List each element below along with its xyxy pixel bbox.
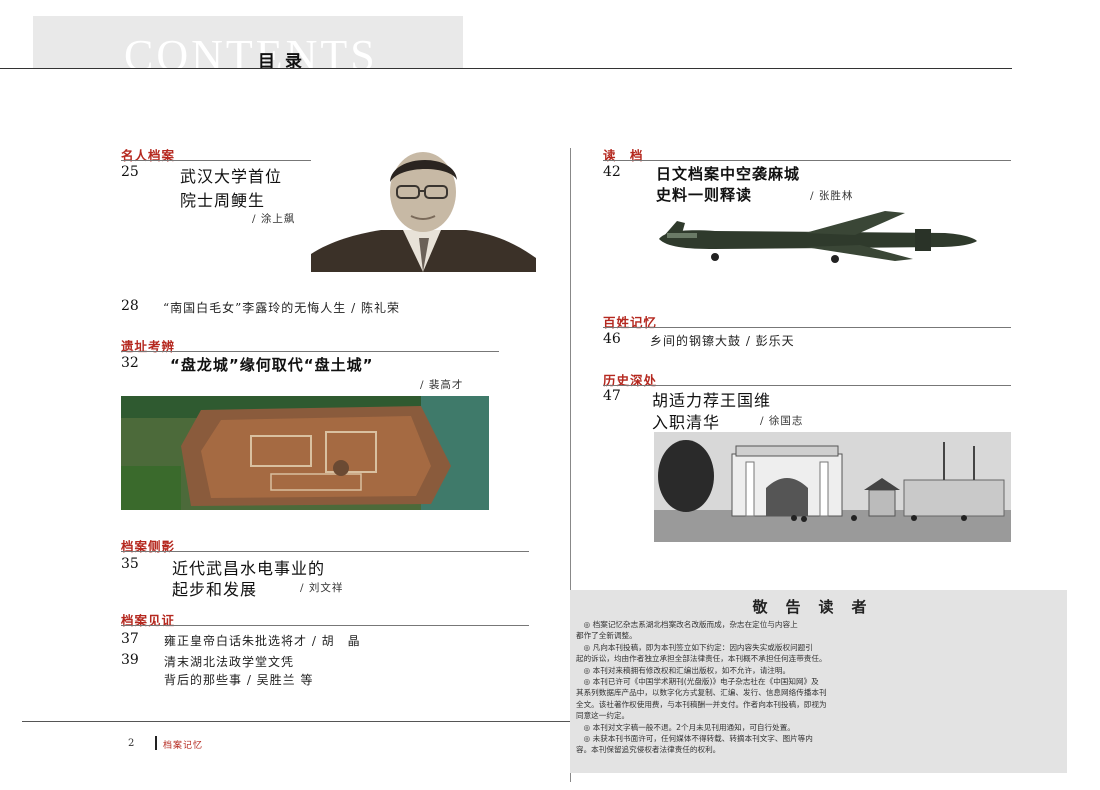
article-title-line1[interactable]: 胡适力荐王国维 (652, 387, 771, 411)
notice-line: ◎ 凡向本刊投稿，即为本刊签立如下约定：因内容失实或版权问题引 (576, 642, 813, 652)
section-label-witness: 档案见证 (121, 613, 176, 628)
notice-line: 同意这一约定。 (576, 711, 630, 721)
notice-line: ◎ 本刊对来稿拥有修改权和汇编出版权，如不允许，请注明。 (576, 665, 791, 675)
section-label-reading: 读 档 (603, 148, 644, 163)
header-rule (0, 68, 1012, 69)
article-title-line2[interactable]: 背后的那些事 / 吴胜兰 等 (164, 671, 314, 688)
article-title[interactable]: 乡间的钢镲大鼓 / 彭乐天 (650, 332, 795, 349)
article-title-line2[interactable]: 入职清华 (652, 409, 720, 433)
notice-line: 容。本刊保留追究侵权者法律责任的权利。 (576, 745, 721, 755)
page-number: 2 (128, 738, 135, 749)
magazine-name: 档案记忆 (163, 741, 204, 751)
article-title-line1[interactable]: 日文档案中空袭麻城 (656, 163, 800, 184)
article-title-line2[interactable]: 起步和发展 (172, 576, 257, 600)
article-page-number: 28 (121, 298, 139, 314)
section-rule (121, 351, 499, 352)
article-author: / 裴高才 (420, 379, 464, 391)
notice-line: ◎ 本刊已许可《中国学术期刊(光盘版)》电子杂志社在《中国知网》及 (576, 677, 819, 687)
article-title-line1[interactable]: 清末湖北法政学堂文凭 (164, 653, 294, 670)
gate-photo (654, 432, 1011, 542)
article-page-number: 46 (603, 331, 621, 347)
notice-line: ◎ 未获本刊书面许可，任何媒体不得转载、转摘本刊文字、图片等内 (576, 734, 813, 744)
article-author: / 徐国志 (760, 415, 804, 427)
article-page-number: 39 (121, 652, 139, 668)
article-author: / 张胜林 (810, 190, 854, 202)
portrait-photo (311, 146, 536, 272)
section-label-history: 历史深处 (603, 373, 658, 388)
section-rule (603, 327, 1011, 328)
article-title[interactable]: “南国白毛女”李露玲的无悔人生 / 陈礼荣 (163, 299, 400, 316)
notice-line: 都作了全新调整。 (576, 631, 637, 641)
article-title-line2[interactable]: 史料一则释读 (656, 184, 752, 205)
article-page-number: 47 (603, 388, 621, 404)
section-label-folk-memory: 百姓记忆 (603, 315, 658, 330)
airplane-photo (659, 211, 977, 263)
article-author: / 刘文祥 (300, 582, 344, 594)
article-title[interactable]: “盘龙城”缘何取代“盘土城” (170, 354, 373, 375)
section-rule (121, 551, 529, 552)
notice-text: ◎ 档案记忆杂志系湖北档案改名改版而成，杂志在定位与内容上 都作了全新调整。 ◎… (576, 619, 1066, 756)
footer-rule (22, 721, 570, 722)
article-page-number: 42 (603, 164, 621, 180)
article-title-line1[interactable]: 武汉大学首位 (180, 163, 282, 187)
section-rule (121, 625, 529, 626)
footer-separator (155, 736, 157, 750)
section-label-archive-side: 档案侧影 (121, 539, 176, 554)
notice-line: 全文。该社著作权使用费，与本刊稿酬一并支付。作者向本刊投稿，即视为 (576, 699, 827, 709)
excavation-photo (121, 396, 489, 510)
notice-line: ◎ 本刊对文字稿一般不退。2个月未见刊用通知，可自行处置。 (576, 722, 795, 732)
article-page-number: 35 (121, 556, 139, 572)
section-label-site: 遗址考辨 (121, 339, 176, 354)
article-title-line2[interactable]: 院士周鲠生 (180, 187, 265, 211)
notice-title: 敬告读者 (752, 598, 885, 616)
section-rule (603, 385, 1011, 386)
notice-line: 其系列数据库产品中，以数字化方式复制、汇编、发行、信息网络传播本刊 (576, 688, 827, 698)
section-rule (603, 160, 1011, 161)
article-page-number: 25 (121, 164, 139, 180)
article-page-number: 37 (121, 631, 139, 647)
notice-line: ◎ 档案记忆杂志系湖北档案改名改版而成，杂志在定位与内容上 (576, 620, 798, 629)
notice-line: 起的诉讼，均由作者独立承担全部法律责任，本刊概不承担任何连带责任。 (576, 654, 827, 664)
notice-box: 敬告读者 ◎ 档案记忆杂志系湖北档案改名改版而成，杂志在定位与内容上 都作了全新… (570, 590, 1067, 773)
contents-watermark: CONTENTS (124, 31, 378, 80)
article-page-number: 32 (121, 355, 139, 371)
article-title[interactable]: 雍正皇帝白话朱批选将才 / 胡 晶 (164, 632, 361, 649)
article-author: / 涂上飙 (252, 213, 296, 225)
section-label-celebrity: 名人档案 (121, 148, 176, 163)
